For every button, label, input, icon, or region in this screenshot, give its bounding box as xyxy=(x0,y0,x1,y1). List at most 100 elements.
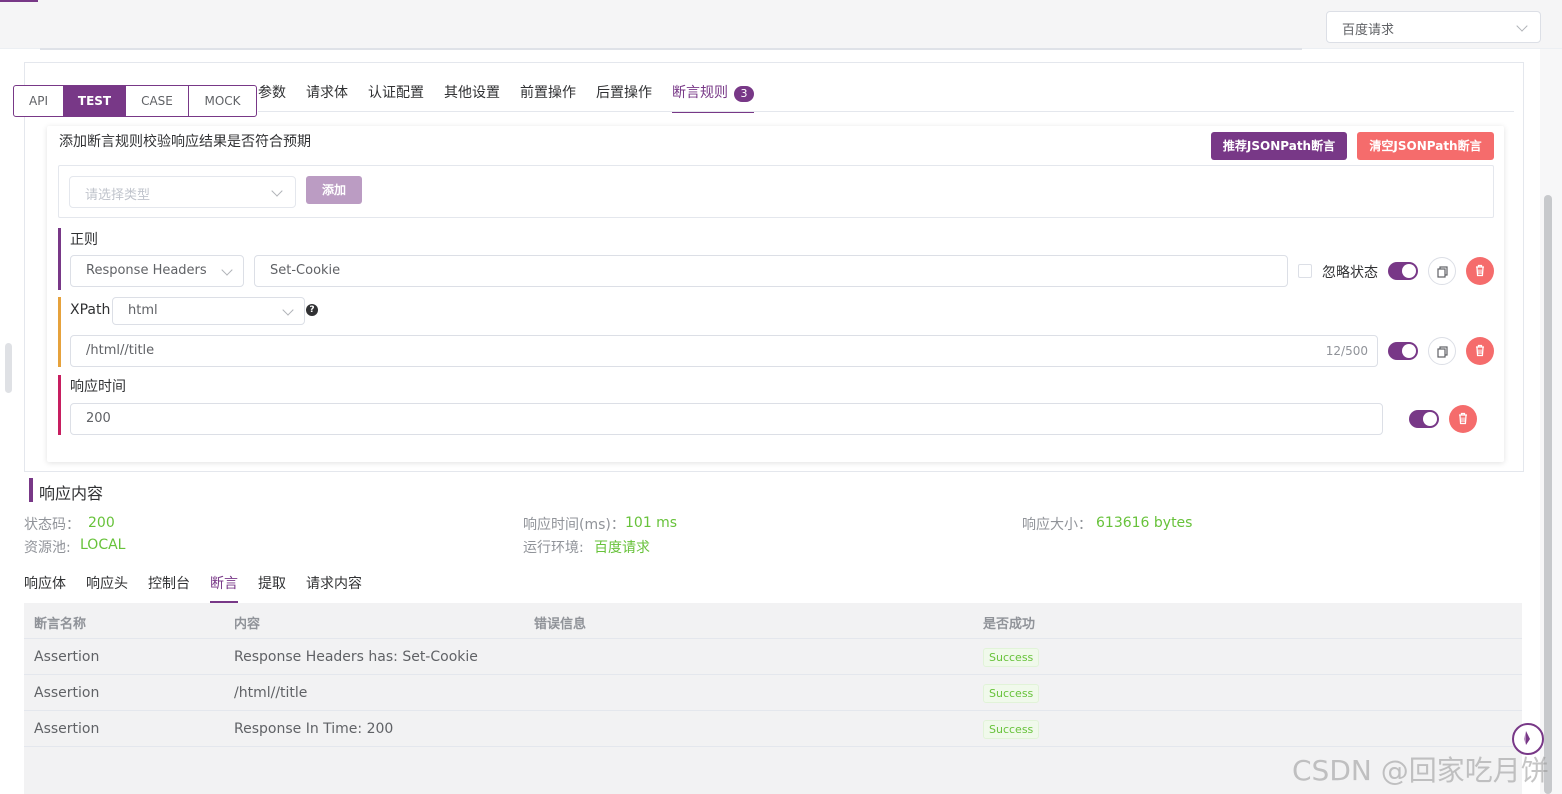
resource-pool-value: LOCAL xyxy=(80,537,126,553)
xpath-rule-label: XPath xyxy=(70,302,111,318)
column-header: 断言名称 xyxy=(34,617,87,632)
response-size-label: 响应大小： xyxy=(1022,517,1092,533)
run-env-label: 运行环境: xyxy=(523,540,584,556)
assertion-content: Response Headers has: Set-Cookie xyxy=(234,649,478,665)
ignore-status-checkbox[interactable] xyxy=(1298,264,1312,278)
request-tabs: 参数 请求体 认证配置 其他设置 前置操作 后置操作 断言规则 3 xyxy=(258,82,774,113)
assertion-content: Response In Time: 200 xyxy=(234,721,394,737)
success-tag: Success xyxy=(983,684,1040,703)
table-row: Assertion Response Headers has: Set-Cook… xyxy=(24,639,1522,675)
success-tag: Success xyxy=(983,720,1040,739)
trash-icon xyxy=(1476,264,1484,277)
regex-rule-label: 正则 xyxy=(70,232,98,248)
recommend-jsonpath-button[interactable]: 推荐JSONPath断言 xyxy=(1211,132,1347,160)
status-code-value: 200 xyxy=(88,515,115,531)
active-tab-marker xyxy=(0,0,38,2)
success-tag: Success xyxy=(983,648,1040,667)
response-time-rule-bar xyxy=(58,375,61,435)
response-time-input[interactable]: 200 xyxy=(70,403,1383,435)
response-time-label: 响应时间(ms)： xyxy=(523,517,625,533)
tab-other-settings[interactable]: 其他设置 xyxy=(444,82,500,112)
xpath-rule-bar xyxy=(58,297,61,367)
copy-icon xyxy=(1437,346,1448,358)
xpath-expression-value: /html//title xyxy=(86,343,155,358)
scrollbar-thumb[interactable] xyxy=(1544,195,1552,794)
table-row: Assertion /html//title Success xyxy=(24,675,1522,711)
regex-subject-value: Response Headers xyxy=(86,263,207,278)
sidebar-resize-handle[interactable] xyxy=(5,343,12,393)
help-icon[interactable]: ? xyxy=(306,304,318,316)
column-header: 内容 xyxy=(234,617,261,632)
mode-case[interactable]: CASE xyxy=(126,86,189,116)
run-env-value: 百度请求 xyxy=(594,540,650,556)
response-section-title: 响应内容 xyxy=(39,484,104,503)
regex-expression-input[interactable]: Set-Cookie xyxy=(254,255,1288,287)
tab-pre-operations[interactable]: 前置操作 xyxy=(520,82,576,112)
tab-request-content[interactable]: 请求内容 xyxy=(306,575,362,603)
environment-select-value: 百度请求 xyxy=(1342,23,1395,38)
watermark: CSDN @回家吃月饼 xyxy=(1292,754,1549,787)
add-assertion-button[interactable]: 添加 xyxy=(306,176,362,204)
chevron-down-icon xyxy=(271,185,283,197)
assertion-hint: 添加断言规则校验响应结果是否符合预期 xyxy=(59,134,311,150)
xpath-char-counter: 12/500 xyxy=(1325,344,1368,358)
xpath-type-select[interactable]: html xyxy=(112,297,305,325)
regex-copy-button[interactable] xyxy=(1428,257,1456,285)
clear-jsonpath-button[interactable]: 清空JSONPath断言 xyxy=(1357,132,1494,160)
regex-enable-toggle[interactable] xyxy=(1388,262,1418,280)
response-time-delete-button[interactable] xyxy=(1449,405,1477,433)
response-time-value: 200 xyxy=(86,411,111,426)
resource-pool-label: 资源池: xyxy=(24,540,71,556)
response-section-bar xyxy=(29,478,33,502)
xpath-type-value: html xyxy=(128,303,158,318)
tab-extract[interactable]: 提取 xyxy=(258,575,286,603)
divider xyxy=(40,48,1302,50)
assertion-name: Assertion xyxy=(34,649,100,665)
compass-needle-icon xyxy=(1524,731,1530,745)
xpath-expression-input[interactable]: /html//title 12/500 xyxy=(70,335,1378,367)
chevron-down-icon xyxy=(282,304,294,316)
tab-assertions-label: 断言规则 xyxy=(672,85,728,101)
tab-assertions[interactable]: 断言规则 3 xyxy=(672,82,754,113)
column-header: 是否成功 xyxy=(983,617,1036,632)
ignore-status-label: 忽略状态 xyxy=(1322,265,1378,281)
assertion-name: Assertion xyxy=(34,685,100,701)
environment-select[interactable]: 百度请求 xyxy=(1326,11,1541,43)
tab-body[interactable]: 请求体 xyxy=(306,82,348,112)
column-header: 错误信息 xyxy=(534,617,587,632)
response-size-value: 613616 bytes xyxy=(1096,515,1193,531)
response-time-rule-label: 响应时间 xyxy=(70,379,126,395)
mode-api[interactable]: API xyxy=(14,86,64,116)
chevron-down-icon xyxy=(1516,20,1528,32)
xpath-enable-toggle[interactable] xyxy=(1388,342,1418,360)
trash-icon xyxy=(1476,344,1484,357)
mode-switch: API TEST CASE MOCK xyxy=(13,85,257,117)
regex-rule-bar xyxy=(58,228,61,290)
regex-expression-value: Set-Cookie xyxy=(270,263,341,278)
response-time-enable-toggle[interactable] xyxy=(1409,410,1439,428)
response-time-result: 101 ms xyxy=(625,515,678,531)
tabs-divider xyxy=(258,111,1514,112)
tab-console[interactable]: 控制台 xyxy=(148,575,190,603)
response-tabs: 响应体 响应头 控制台 断言 提取 请求内容 xyxy=(24,575,382,603)
assertion-type-select[interactable]: 请选择类型 xyxy=(69,176,296,208)
mode-mock[interactable]: MOCK xyxy=(189,86,256,116)
tab-params[interactable]: 参数 xyxy=(258,82,286,112)
tab-assertion-results[interactable]: 断言 xyxy=(210,575,238,603)
status-code-label: 状态码： xyxy=(24,517,80,533)
assertion-type-placeholder: 请选择类型 xyxy=(85,188,151,203)
copy-icon xyxy=(1437,266,1448,278)
mode-test[interactable]: TEST xyxy=(64,86,126,116)
table-row: Assertion Response In Time: 200 Success xyxy=(24,711,1522,747)
tab-response-headers[interactable]: 响应头 xyxy=(86,575,128,603)
assertion-content: /html//title xyxy=(234,685,308,701)
table-header: 断言名称 内容 错误信息 是否成功 xyxy=(24,603,1522,639)
xpath-delete-button[interactable] xyxy=(1466,337,1494,365)
regex-delete-button[interactable] xyxy=(1466,257,1494,285)
regex-subject-select[interactable]: Response Headers xyxy=(70,255,244,287)
assertion-name: Assertion xyxy=(34,721,100,737)
tab-post-operations[interactable]: 后置操作 xyxy=(596,82,652,112)
xpath-copy-button[interactable] xyxy=(1428,337,1456,365)
tab-auth[interactable]: 认证配置 xyxy=(368,82,424,112)
tab-response-body[interactable]: 响应体 xyxy=(24,575,66,603)
